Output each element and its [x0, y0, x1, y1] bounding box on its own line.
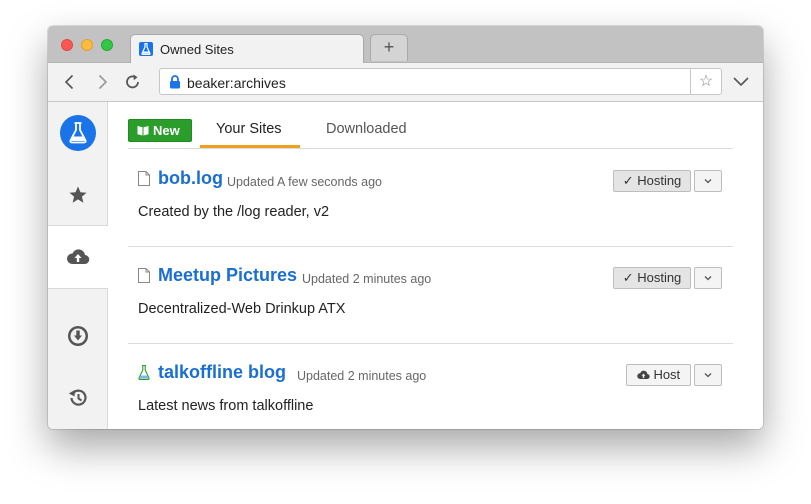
back-button[interactable]	[60, 72, 80, 92]
new-button-label: New	[153, 123, 180, 138]
title-bar: Owned Sites +	[48, 26, 763, 63]
tab-downloaded[interactable]: Downloaded	[326, 121, 407, 137]
site-description: Decentralized-Web Drinkup ATX	[138, 301, 346, 317]
reload-icon	[126, 74, 139, 89]
chevron-down-icon	[704, 276, 712, 281]
forward-button[interactable]	[92, 72, 112, 92]
bookmark-star-button[interactable]: ☆	[690, 69, 721, 94]
hosting-button[interactable]: ✓ Hosting	[613, 170, 691, 192]
tab-your-sites[interactable]: Your Sites	[216, 121, 282, 137]
options-dropdown-button[interactable]	[694, 267, 722, 289]
options-dropdown-button[interactable]	[694, 364, 722, 386]
site-title-link[interactable]: talkoffline blog	[158, 362, 286, 383]
history-icon	[68, 389, 87, 406]
list-item: talkoffline blog Updated 2 minutes ago L…	[128, 343, 733, 429]
sidebar	[48, 102, 108, 429]
sidebar-item-logo[interactable]	[48, 102, 107, 164]
site-title-link[interactable]: bob.log	[158, 168, 223, 189]
browser-toolbar: beaker:archives ☆	[48, 63, 763, 102]
chevron-left-icon	[64, 74, 74, 90]
main-content: New Your Sites Downloaded bob.log Update…	[108, 102, 763, 429]
sidebar-item-bookmarks[interactable]	[48, 164, 107, 226]
new-tab-button[interactable]: +	[370, 34, 408, 61]
close-window-button[interactable]	[61, 39, 73, 51]
tab-owned-sites[interactable]: Owned Sites	[130, 34, 364, 63]
cloud-upload-icon	[637, 370, 650, 380]
star-outline-icon: ☆	[698, 73, 714, 90]
active-tab-indicator	[200, 145, 300, 148]
cloud-upload-icon	[66, 249, 90, 265]
hosting-button[interactable]: ✓ Hosting	[613, 267, 691, 289]
archive-tabs: New Your Sites Downloaded	[128, 102, 733, 149]
flask-icon	[59, 115, 96, 151]
chevron-down-icon	[704, 373, 712, 378]
lock-icon	[170, 75, 180, 89]
file-icon	[138, 171, 150, 186]
flask-icon	[138, 365, 150, 380]
browser-window: Owned Sites + beaker:archives ☆ New Your…	[48, 26, 763, 429]
maximize-window-button[interactable]	[101, 39, 113, 51]
site-description: Created by the /log reader, v2	[138, 204, 330, 220]
sidebar-item-downloads[interactable]	[48, 305, 107, 367]
download-circle-icon	[67, 326, 88, 346]
host-button-label: Host	[653, 367, 681, 382]
new-site-button[interactable]: New	[128, 119, 192, 142]
address-bar[interactable]: beaker:archives ☆	[159, 68, 722, 95]
chevron-down-icon	[704, 179, 712, 184]
tab-title: Owned Sites	[160, 42, 234, 57]
host-button[interactable]: Host	[626, 364, 691, 386]
chevron-right-icon	[98, 74, 108, 90]
url-text: beaker:archives	[187, 75, 286, 91]
sidebar-item-history[interactable]	[48, 367, 107, 429]
updated-time: Updated 2 minutes ago	[297, 369, 427, 383]
flask-icon	[139, 42, 153, 56]
options-dropdown-button[interactable]	[694, 170, 722, 192]
list-item: Meetup Pictures Updated 2 minutes ago De…	[128, 246, 733, 344]
star-icon	[68, 186, 87, 203]
menu-chevron-down-icon[interactable]	[731, 73, 751, 91]
reload-button[interactable]	[123, 72, 143, 92]
file-icon	[138, 268, 150, 283]
updated-time: Updated A few seconds ago	[227, 175, 382, 189]
list-item: bob.log Updated A few seconds ago Create…	[128, 149, 733, 247]
minimize-window-button[interactable]	[81, 39, 93, 51]
book-icon	[137, 126, 149, 136]
site-description: Latest news from talkoffline	[138, 398, 314, 414]
updated-time: Updated 2 minutes ago	[302, 272, 432, 286]
sidebar-item-archives[interactable]	[48, 225, 108, 289]
site-title-link[interactable]: Meetup Pictures	[158, 265, 297, 286]
